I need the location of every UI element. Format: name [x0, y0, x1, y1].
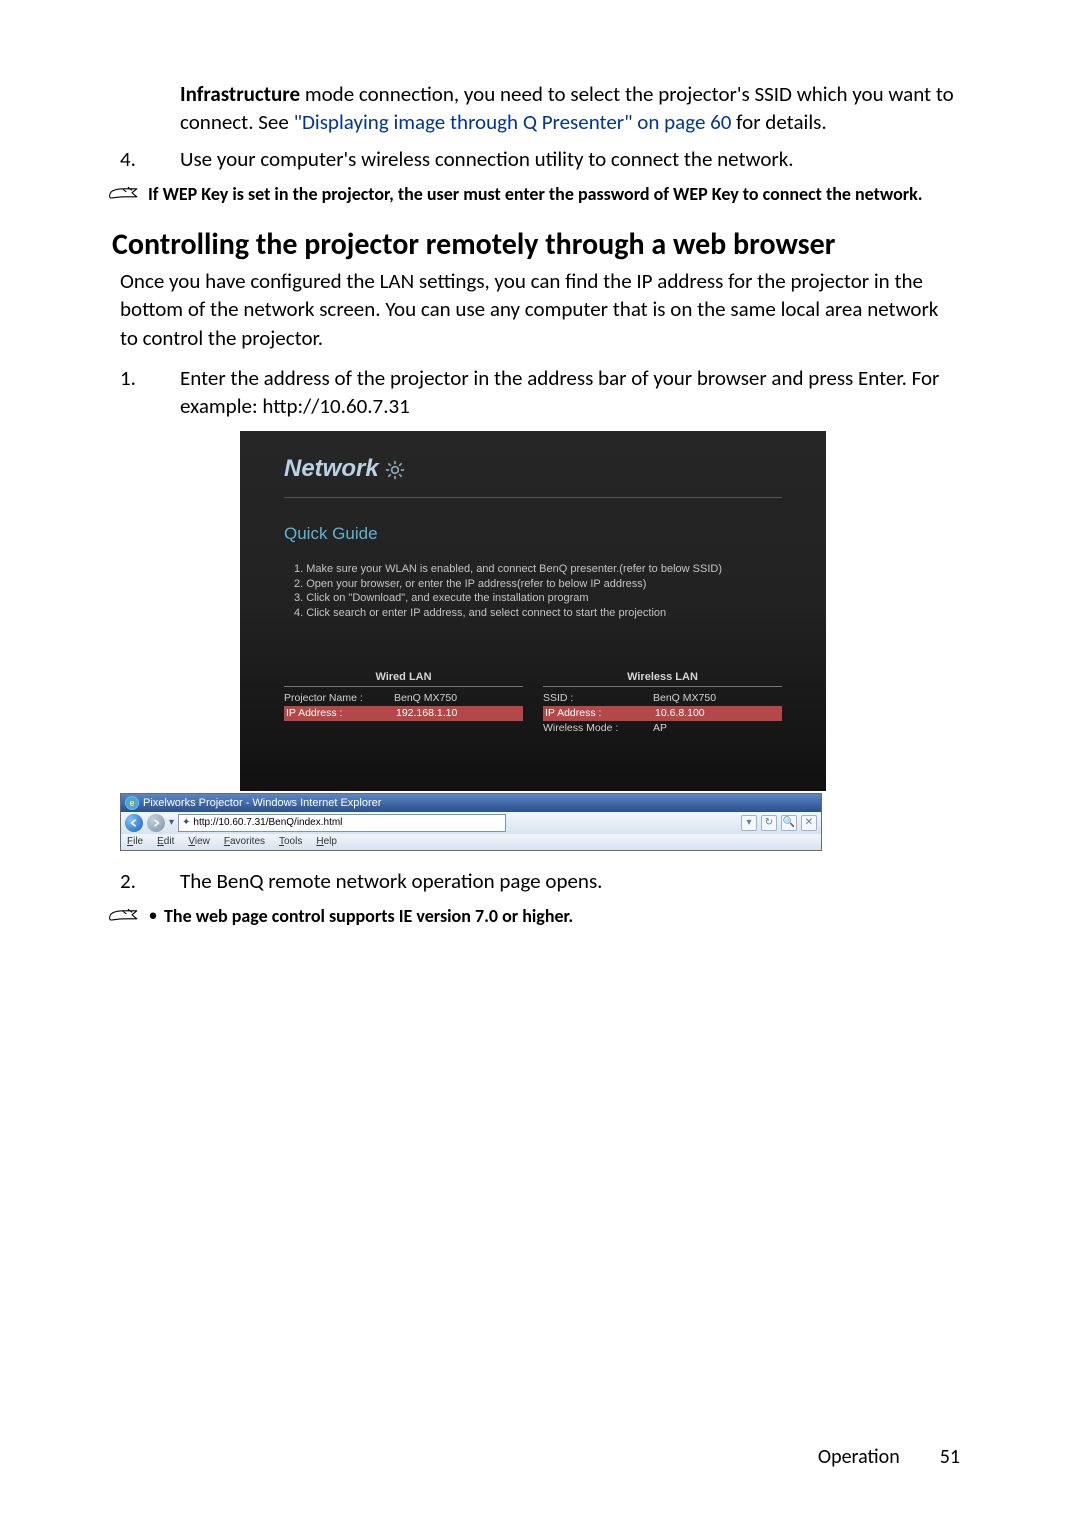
menu-help[interactable]: Help [316, 836, 337, 847]
wired-lan-col: Wired LAN Projector Name :BenQ MX750 IP … [284, 671, 523, 735]
forward-button[interactable] [147, 814, 165, 832]
quick-guide-heading: Quick Guide [284, 524, 782, 544]
steps-list-main: 1. Enter the address of the projector in… [120, 364, 960, 421]
mode-name: Infrastructure [180, 81, 300, 107]
intro-continuation: Infrastructure mode connection, you need… [180, 80, 960, 137]
hand-note-icon [108, 185, 140, 207]
footer-section: Operation [818, 1445, 900, 1469]
dropdown-icon[interactable]: ▾ [741, 815, 757, 831]
ie-titlebar: e Pixelworks Projector - Windows Interne… [121, 794, 821, 812]
step-text: Enter the address of the projector in th… [180, 364, 960, 421]
step-text: The BenQ remote network operation page o… [180, 867, 960, 895]
proj-title: Network [284, 455, 782, 483]
step-number: 4. [120, 145, 180, 173]
page-icon: ✦ [182, 817, 190, 828]
menu-view[interactable]: View [188, 836, 210, 847]
wep-note: If WEP Key is set in the projector, the … [148, 183, 960, 206]
menu-favs[interactable]: Favorites [224, 836, 265, 847]
back-button[interactable] [125, 814, 143, 832]
refresh-button[interactable]: ↻ [761, 815, 777, 831]
bullet-icon: • [143, 905, 163, 927]
section-intro: Once you have configured the LAN setting… [120, 267, 960, 352]
steps-list-main-2: 2. The BenQ remote network operation pag… [120, 867, 960, 895]
projector-web-screenshot: Network Quick Guide 1. Make sure your WL… [240, 431, 826, 791]
ie-window-screenshot: e Pixelworks Projector - Windows Interne… [120, 793, 822, 851]
step-number: 2. [120, 867, 180, 895]
menu-edit[interactable]: Edit [157, 836, 174, 847]
steps-list-top: 4. Use your computer's wireless connecti… [120, 145, 960, 173]
stop-button[interactable]: ✕ [801, 815, 817, 831]
search-dropdown[interactable]: 🔍 [781, 815, 797, 831]
wireless-ip-row: IP Address :10.6.8.100 [543, 706, 782, 721]
gear-icon [385, 459, 405, 479]
menu-tools[interactable]: Tools [279, 836, 302, 847]
page-footer: Operation 51 [818, 1445, 960, 1469]
step-text: Use your computer's wireless connection … [180, 145, 960, 173]
chevron-down-icon[interactable]: ▾ [169, 817, 174, 828]
ie-menu-bar: File Edit View Favorites Tools Help [121, 834, 821, 850]
menu-file[interactable]: File [127, 836, 143, 847]
ie-version-note: The web page control supports IE version… [164, 905, 573, 927]
section-heading: Controlling the projector remotely throu… [112, 227, 960, 263]
ie-toolbar: ▾ ✦ http://10.60.7.31/BenQ/index.html ▾ … [121, 812, 821, 834]
ie-logo-icon: e [125, 796, 139, 810]
step-number: 1. [120, 364, 180, 421]
wired-ip-row: IP Address :192.168.1.10 [284, 706, 523, 721]
guide-steps: 1. Make sure your WLAN is enabled, and c… [284, 562, 782, 621]
page-number: 51 [940, 1445, 960, 1469]
wireless-lan-col: Wireless LAN SSID :BenQ MX750 IP Address… [543, 671, 782, 735]
xref-link[interactable]: "Displaying image through Q Presenter" o… [294, 109, 732, 135]
hand-note-icon [108, 907, 140, 929]
address-bar[interactable]: ✦ http://10.60.7.31/BenQ/index.html [178, 814, 506, 832]
